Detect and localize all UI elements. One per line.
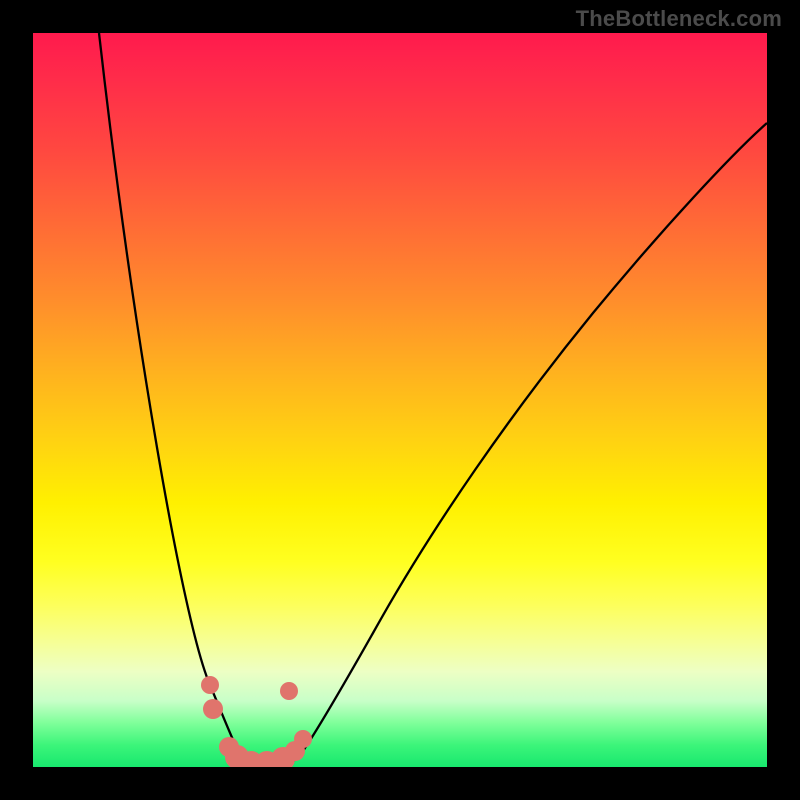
left-curve <box>99 33 265 767</box>
chart-frame: TheBottleneck.com <box>0 0 800 800</box>
dot <box>203 699 223 719</box>
dot <box>280 682 298 700</box>
watermark-text: TheBottleneck.com <box>576 6 782 32</box>
dot <box>201 676 219 694</box>
bottom-dots-group <box>201 676 312 767</box>
right-curve <box>269 123 767 767</box>
plot-area <box>33 33 767 767</box>
dot <box>294 730 312 748</box>
chart-svg <box>33 33 767 767</box>
